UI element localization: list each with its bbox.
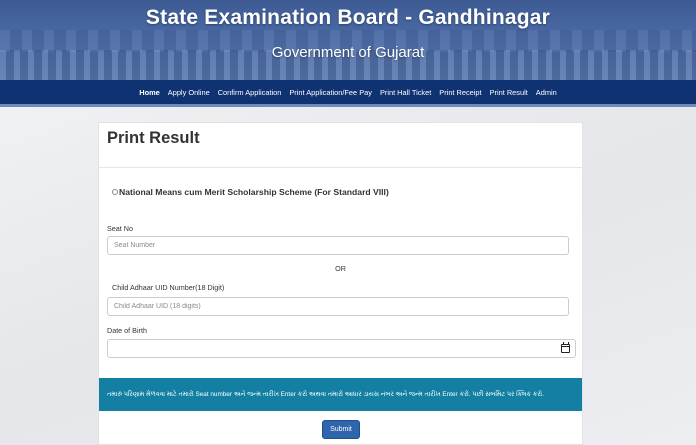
scheme-radio-button[interactable] bbox=[112, 189, 118, 195]
dob-input[interactable] bbox=[107, 339, 576, 358]
calendar-icon[interactable] bbox=[561, 342, 570, 353]
nav-print-application-fee-pay[interactable]: Print Application/Fee Pay bbox=[285, 88, 376, 97]
main-navbar: Home Apply Online Confirm Application Pr… bbox=[0, 80, 696, 104]
dob-label: Date of Birth bbox=[107, 326, 147, 335]
instruction-text: તમારું પરિણામ મેળવવા માટે તમારો Seat num… bbox=[107, 390, 544, 398]
scheme-radio-option[interactable]: National Means cum Merit Scholarship Sch… bbox=[112, 187, 389, 197]
submit-button[interactable]: Submit bbox=[322, 420, 360, 439]
scheme-radio-label: National Means cum Merit Scholarship Sch… bbox=[119, 187, 389, 197]
page-title: Print Result bbox=[107, 129, 200, 147]
nav-apply-online[interactable]: Apply Online bbox=[164, 88, 214, 97]
uid-label: Child Adhaar UID Number(18 Digit) bbox=[112, 283, 225, 292]
nav-confirm-application[interactable]: Confirm Application bbox=[214, 88, 286, 97]
header-title: State Examination Board - Gandhinagar bbox=[145, 6, 551, 29]
or-separator: OR bbox=[335, 264, 346, 273]
print-result-card: Print Result National Means cum Merit Sc… bbox=[98, 122, 583, 445]
nav-print-receipt[interactable]: Print Receipt bbox=[435, 88, 485, 97]
seat-number-input[interactable] bbox=[107, 236, 569, 255]
header-banner: State Examination Board - Gandhinagar Go… bbox=[0, 0, 696, 80]
nav-home[interactable]: Home bbox=[135, 88, 164, 97]
nav-print-hall-ticket[interactable]: Print Hall Ticket bbox=[376, 88, 435, 97]
title-divider bbox=[99, 167, 582, 168]
uid-input[interactable] bbox=[107, 297, 569, 316]
nav-print-result[interactable]: Print Result bbox=[486, 88, 532, 97]
instruction-notice: તમારું પરિણામ મેળવવા માટે તમારો Seat num… bbox=[99, 378, 582, 411]
seat-number-label: Seat No bbox=[107, 224, 133, 233]
nav-admin[interactable]: Admin bbox=[532, 88, 561, 97]
header-subtitle: Government of Gujarat bbox=[271, 44, 425, 61]
